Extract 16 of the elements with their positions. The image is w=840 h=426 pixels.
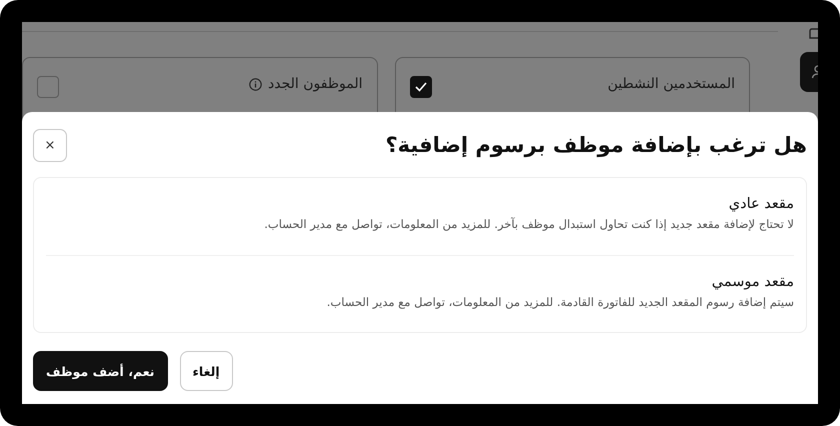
confirm-button[interactable]: نعم، أضف موظف xyxy=(33,351,168,391)
dialog-title: هل ترغب بإضافة موظف برسوم إضافية؟ xyxy=(385,133,807,157)
checkbox[interactable] xyxy=(410,76,432,98)
user-icon xyxy=(811,65,818,79)
close-button[interactable]: × xyxy=(33,128,67,162)
option-title: مقعد موسمي xyxy=(710,274,794,290)
checkmark-icon xyxy=(414,82,426,92)
option-title: مقعد عادي xyxy=(728,196,794,212)
sidebar-item[interactable] xyxy=(800,52,818,92)
checkbox[interactable] xyxy=(37,76,59,98)
option-description: سيتم إضافة رسوم المقعد الجديد للفاتورة القادمة. للمزيد من المعلومات، تواصل مع مدير الحساب. xyxy=(326,295,794,309)
option-description: لا تحتاج لإضافة مقعد جديد إذا كنت تحاول استبدال موظف بآخر. للمزيد من المعلومات، تواصل مع مدير الحساب. xyxy=(263,217,794,231)
info-icon xyxy=(249,78,262,90)
card-title: الموظفون الجدد xyxy=(268,76,362,92)
cancel-button[interactable]: إلغاء xyxy=(180,351,233,391)
card-title: المستخدمين النشطين xyxy=(608,76,735,92)
